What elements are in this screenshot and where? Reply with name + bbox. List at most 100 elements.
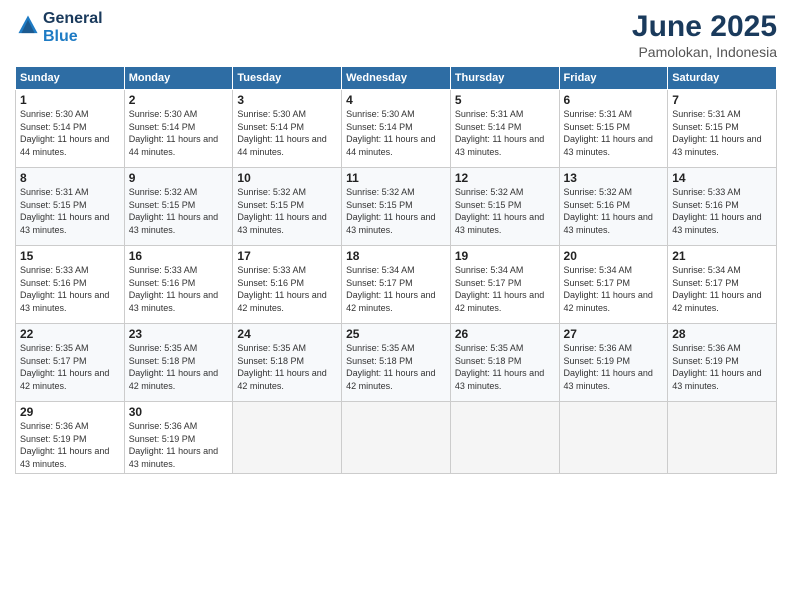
table-row: 5 Sunrise: 5:31 AM Sunset: 5:14 PM Dayli…	[450, 90, 559, 168]
table-row: 22 Sunrise: 5:35 AM Sunset: 5:17 PM Dayl…	[16, 324, 125, 402]
day-number: 7	[672, 93, 772, 107]
day-info: Sunrise: 5:32 AM Sunset: 5:15 PM Dayligh…	[346, 186, 446, 236]
table-row: 8 Sunrise: 5:31 AM Sunset: 5:15 PM Dayli…	[16, 168, 125, 246]
day-info: Sunrise: 5:34 AM Sunset: 5:17 PM Dayligh…	[455, 264, 555, 314]
day-info: Sunrise: 5:33 AM Sunset: 5:16 PM Dayligh…	[672, 186, 772, 236]
day-number: 25	[346, 327, 446, 341]
calendar-week-row-2: 8 Sunrise: 5:31 AM Sunset: 5:15 PM Dayli…	[16, 168, 777, 246]
day-number: 12	[455, 171, 555, 185]
table-row: 2 Sunrise: 5:30 AM Sunset: 5:14 PM Dayli…	[124, 90, 233, 168]
calendar-table: Sunday Monday Tuesday Wednesday Thursday…	[15, 66, 777, 474]
day-number: 15	[20, 249, 120, 263]
day-number: 19	[455, 249, 555, 263]
day-number: 18	[346, 249, 446, 263]
table-row: 29 Sunrise: 5:36 AM Sunset: 5:19 PM Dayl…	[16, 402, 125, 474]
header-tuesday: Tuesday	[233, 67, 342, 90]
table-row	[233, 402, 342, 474]
table-row: 23 Sunrise: 5:35 AM Sunset: 5:18 PM Dayl…	[124, 324, 233, 402]
header-saturday: Saturday	[668, 67, 777, 90]
day-info: Sunrise: 5:31 AM Sunset: 5:14 PM Dayligh…	[455, 108, 555, 158]
table-row	[450, 402, 559, 474]
day-info: Sunrise: 5:30 AM Sunset: 5:14 PM Dayligh…	[129, 108, 229, 158]
table-row: 14 Sunrise: 5:33 AM Sunset: 5:16 PM Dayl…	[668, 168, 777, 246]
day-info: Sunrise: 5:30 AM Sunset: 5:14 PM Dayligh…	[20, 108, 120, 158]
day-number: 27	[564, 327, 664, 341]
table-row: 4 Sunrise: 5:30 AM Sunset: 5:14 PM Dayli…	[342, 90, 451, 168]
header-thursday: Thursday	[450, 67, 559, 90]
table-row: 3 Sunrise: 5:30 AM Sunset: 5:14 PM Dayli…	[233, 90, 342, 168]
day-info: Sunrise: 5:36 AM Sunset: 5:19 PM Dayligh…	[672, 342, 772, 392]
table-row: 21 Sunrise: 5:34 AM Sunset: 5:17 PM Dayl…	[668, 246, 777, 324]
day-number: 2	[129, 93, 229, 107]
table-row: 13 Sunrise: 5:32 AM Sunset: 5:16 PM Dayl…	[559, 168, 668, 246]
day-info: Sunrise: 5:35 AM Sunset: 5:18 PM Dayligh…	[346, 342, 446, 392]
day-number: 4	[346, 93, 446, 107]
day-info: Sunrise: 5:32 AM Sunset: 5:15 PM Dayligh…	[455, 186, 555, 236]
day-info: Sunrise: 5:32 AM Sunset: 5:15 PM Dayligh…	[129, 186, 229, 236]
day-number: 22	[20, 327, 120, 341]
day-number: 1	[20, 93, 120, 107]
day-number: 9	[129, 171, 229, 185]
day-number: 26	[455, 327, 555, 341]
day-number: 20	[564, 249, 664, 263]
table-row: 6 Sunrise: 5:31 AM Sunset: 5:15 PM Dayli…	[559, 90, 668, 168]
day-info: Sunrise: 5:31 AM Sunset: 5:15 PM Dayligh…	[564, 108, 664, 158]
calendar-week-row-1: 1 Sunrise: 5:30 AM Sunset: 5:14 PM Dayli…	[16, 90, 777, 168]
table-row: 27 Sunrise: 5:36 AM Sunset: 5:19 PM Dayl…	[559, 324, 668, 402]
calendar-week-row-3: 15 Sunrise: 5:33 AM Sunset: 5:16 PM Dayl…	[16, 246, 777, 324]
day-number: 8	[20, 171, 120, 185]
table-row: 16 Sunrise: 5:33 AM Sunset: 5:16 PM Dayl…	[124, 246, 233, 324]
logo-line2: Blue	[43, 28, 103, 46]
day-info: Sunrise: 5:31 AM Sunset: 5:15 PM Dayligh…	[20, 186, 120, 236]
day-number: 28	[672, 327, 772, 341]
day-number: 11	[346, 171, 446, 185]
day-number: 17	[237, 249, 337, 263]
table-row: 20 Sunrise: 5:34 AM Sunset: 5:17 PM Dayl…	[559, 246, 668, 324]
day-number: 30	[129, 405, 229, 419]
table-row: 26 Sunrise: 5:35 AM Sunset: 5:18 PM Dayl…	[450, 324, 559, 402]
title-section: June 2025 Pamolokan, Indonesia	[632, 10, 777, 60]
day-info: Sunrise: 5:35 AM Sunset: 5:18 PM Dayligh…	[455, 342, 555, 392]
table-row: 17 Sunrise: 5:33 AM Sunset: 5:16 PM Dayl…	[233, 246, 342, 324]
day-info: Sunrise: 5:36 AM Sunset: 5:19 PM Dayligh…	[564, 342, 664, 392]
table-row: 15 Sunrise: 5:33 AM Sunset: 5:16 PM Dayl…	[16, 246, 125, 324]
day-number: 3	[237, 93, 337, 107]
calendar-week-row-4: 22 Sunrise: 5:35 AM Sunset: 5:17 PM Dayl…	[16, 324, 777, 402]
table-row: 7 Sunrise: 5:31 AM Sunset: 5:15 PM Dayli…	[668, 90, 777, 168]
table-row: 12 Sunrise: 5:32 AM Sunset: 5:15 PM Dayl…	[450, 168, 559, 246]
day-info: Sunrise: 5:32 AM Sunset: 5:16 PM Dayligh…	[564, 186, 664, 236]
day-info: Sunrise: 5:36 AM Sunset: 5:19 PM Dayligh…	[129, 420, 229, 470]
day-info: Sunrise: 5:33 AM Sunset: 5:16 PM Dayligh…	[129, 264, 229, 314]
day-info: Sunrise: 5:34 AM Sunset: 5:17 PM Dayligh…	[564, 264, 664, 314]
header: General Blue June 2025 Pamolokan, Indone…	[15, 10, 777, 60]
day-info: Sunrise: 5:32 AM Sunset: 5:15 PM Dayligh…	[237, 186, 337, 236]
day-info: Sunrise: 5:30 AM Sunset: 5:14 PM Dayligh…	[237, 108, 337, 158]
table-row: 25 Sunrise: 5:35 AM Sunset: 5:18 PM Dayl…	[342, 324, 451, 402]
header-monday: Monday	[124, 67, 233, 90]
day-number: 21	[672, 249, 772, 263]
table-row: 18 Sunrise: 5:34 AM Sunset: 5:17 PM Dayl…	[342, 246, 451, 324]
logo: General Blue	[15, 10, 103, 45]
header-wednesday: Wednesday	[342, 67, 451, 90]
day-number: 29	[20, 405, 120, 419]
day-info: Sunrise: 5:30 AM Sunset: 5:14 PM Dayligh…	[346, 108, 446, 158]
day-number: 6	[564, 93, 664, 107]
calendar-week-row-5: 29 Sunrise: 5:36 AM Sunset: 5:19 PM Dayl…	[16, 402, 777, 474]
table-row	[559, 402, 668, 474]
day-info: Sunrise: 5:35 AM Sunset: 5:18 PM Dayligh…	[237, 342, 337, 392]
day-info: Sunrise: 5:34 AM Sunset: 5:17 PM Dayligh…	[672, 264, 772, 314]
day-number: 23	[129, 327, 229, 341]
day-info: Sunrise: 5:33 AM Sunset: 5:16 PM Dayligh…	[20, 264, 120, 314]
day-number: 13	[564, 171, 664, 185]
header-sunday: Sunday	[16, 67, 125, 90]
table-row: 28 Sunrise: 5:36 AM Sunset: 5:19 PM Dayl…	[668, 324, 777, 402]
day-info: Sunrise: 5:34 AM Sunset: 5:17 PM Dayligh…	[346, 264, 446, 314]
page-container: General Blue June 2025 Pamolokan, Indone…	[0, 0, 792, 484]
day-number: 16	[129, 249, 229, 263]
day-info: Sunrise: 5:36 AM Sunset: 5:19 PM Dayligh…	[20, 420, 120, 470]
day-info: Sunrise: 5:31 AM Sunset: 5:15 PM Dayligh…	[672, 108, 772, 158]
day-number: 24	[237, 327, 337, 341]
table-row: 24 Sunrise: 5:35 AM Sunset: 5:18 PM Dayl…	[233, 324, 342, 402]
day-number: 10	[237, 171, 337, 185]
day-info: Sunrise: 5:33 AM Sunset: 5:16 PM Dayligh…	[237, 264, 337, 314]
